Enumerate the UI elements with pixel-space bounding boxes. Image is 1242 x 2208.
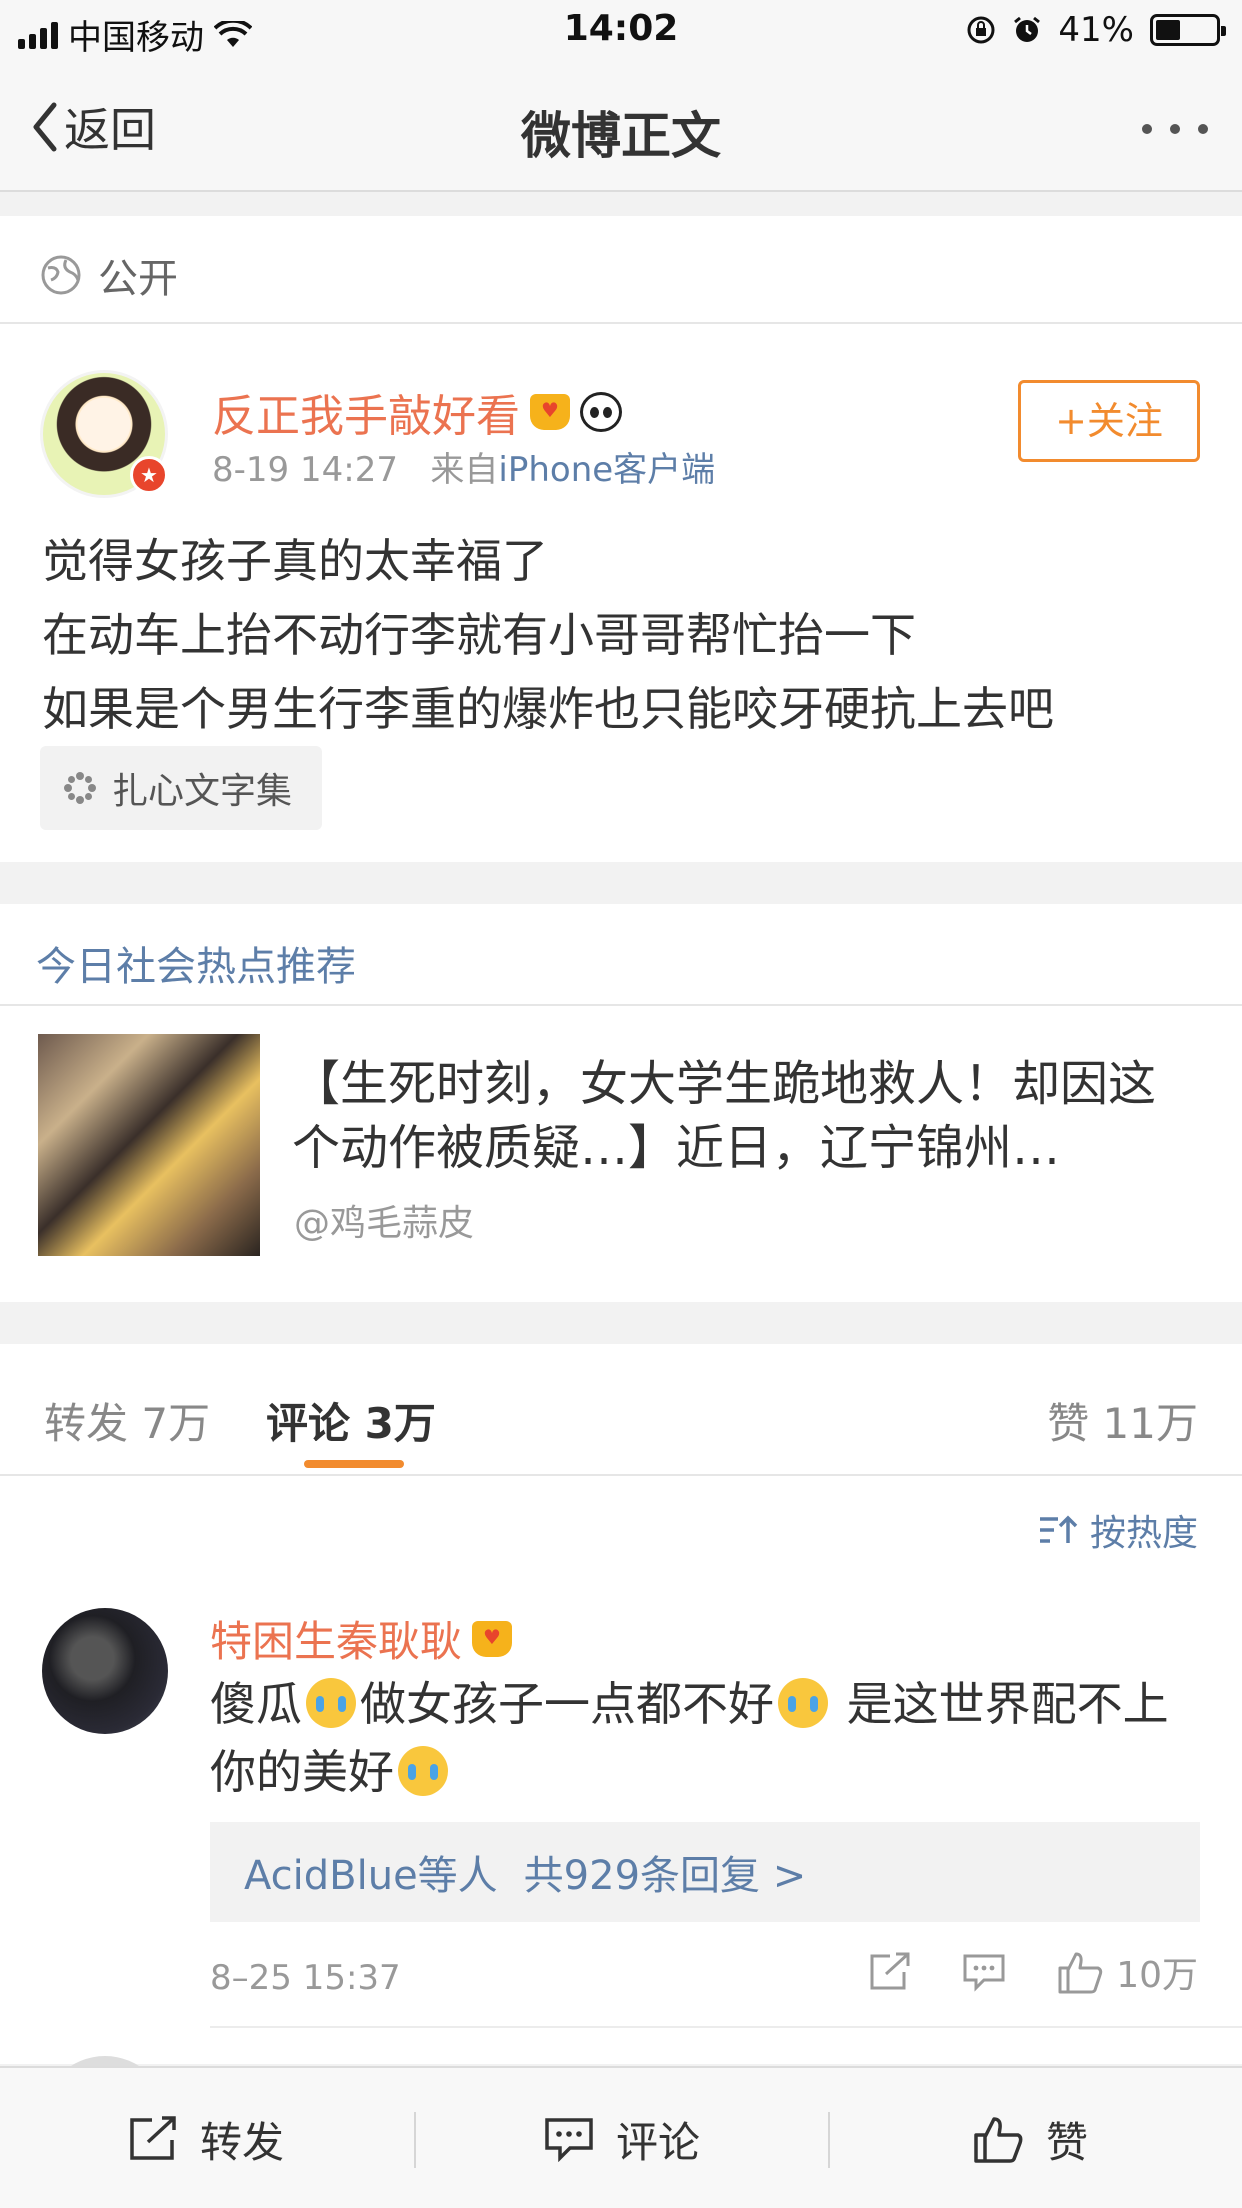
comment-label: 评论 xyxy=(616,2117,701,2167)
more-icon[interactable] xyxy=(1142,124,1208,134)
weibo-detail-page: 中国移动 14:02 41% 返回 微博正文 公开 ★ 反正我手敲好看 ♥ 8-… xyxy=(0,0,1242,2208)
sort-button[interactable]: 按热度 xyxy=(1038,1504,1198,1556)
post-meta: 8-19 14:27 来自iPhone客户端 xyxy=(212,442,715,491)
sort-label: 按热度 xyxy=(1089,1513,1198,1554)
reply-count[interactable]: 共929条回复 > xyxy=(524,1843,807,1901)
post-line: 在动车上抬不动行李就有小哥哥帮忙抬一下 xyxy=(42,608,916,662)
post-card: ★ 反正我手敲好看 8-19 14:27 来自iPhone客户端 +关注 觉得女… xyxy=(0,324,1242,862)
divider xyxy=(0,1004,1242,1006)
vip-crown-icon xyxy=(530,394,570,430)
globe-icon xyxy=(40,254,82,296)
post-line: 如果是个男生行李重的爆炸也只能咬牙硬抗上去吧 xyxy=(42,682,1054,736)
like-label: 赞 xyxy=(1046,2117,1089,2167)
visibility-label: 公开 xyxy=(98,256,178,302)
panda-badge-icon xyxy=(580,392,622,432)
hot-title[interactable]: 【生死时刻，女大学生跪地救人！却因这个动作被质疑…】近日，辽宁锦州… xyxy=(292,1052,1192,1180)
commenter-name[interactable]: 特困生秦耿耿 xyxy=(210,1608,462,1669)
hot-recommendation-card: 今日社会热点推荐 【生死时刻，女大学生跪地救人！却因这个动作被质疑…】近日，辽宁… xyxy=(0,904,1242,1302)
commenter-name-row: 特困生秦耿耿 xyxy=(210,1608,513,1669)
visibility-row: 公开 xyxy=(0,216,1242,324)
comment-button[interactable]: 评论 xyxy=(544,2068,700,2208)
commenter-avatar[interactable] xyxy=(42,1608,168,1734)
hot-thumbnail-image[interactable] xyxy=(38,1034,260,1256)
divider xyxy=(414,2112,416,2168)
repost-icon xyxy=(128,2116,178,2162)
interaction-tabs: 转发 7万 评论 3万 赞 11万 xyxy=(0,1344,1242,1476)
reply-icon xyxy=(962,1952,1006,1992)
tab-repost[interactable]: 转发 7万 xyxy=(44,1390,210,1451)
hot-header[interactable]: 今日社会热点推荐 xyxy=(36,934,356,992)
crying-emoji-icon xyxy=(778,1678,828,1728)
comment-actions: 10万 xyxy=(868,1946,1198,1998)
vip-crown-icon xyxy=(472,1620,513,1657)
comment-icon xyxy=(544,2116,594,2162)
comment-like-button[interactable]: 10万 xyxy=(1056,1946,1198,1998)
divider xyxy=(210,2026,1242,2028)
share-icon xyxy=(868,1952,912,1992)
reply-users[interactable]: AcidBlue等人 xyxy=(244,1843,498,1901)
nav-bar: 返回 微博正文 xyxy=(0,62,1242,192)
thumbs-up-icon xyxy=(1056,1950,1104,1994)
comment-time: 8–25 15:37 xyxy=(210,1958,401,1998)
like-button[interactable]: 赞 xyxy=(972,2068,1088,2208)
post-line: 觉得女孩子真的太幸福了 xyxy=(42,534,548,588)
comment-share-button[interactable] xyxy=(868,1952,912,1992)
battery-percent: 41% xyxy=(1058,10,1134,50)
active-tab-indicator xyxy=(304,1460,404,1468)
follow-button[interactable]: +关注 xyxy=(1018,380,1200,462)
thumbs-up-icon xyxy=(972,2115,1024,2163)
comment-reply-button[interactable] xyxy=(962,1952,1006,1992)
post-source[interactable]: iPhone客户端 xyxy=(498,450,715,490)
battery-icon xyxy=(1150,14,1226,46)
divider xyxy=(828,2112,830,2168)
replies-preview[interactable]: AcidBlue等人 共929条回复 > xyxy=(210,1822,1200,1922)
tab-comment[interactable]: 评论 3万 xyxy=(266,1390,436,1451)
crying-emoji-icon xyxy=(306,1678,356,1728)
tab-like[interactable]: 赞 11万 xyxy=(1047,1390,1198,1451)
comment-text-part: 做女孩子一点都不好 xyxy=(360,1677,774,1731)
comment-text: 傻瓜 做女孩子一点都不好 是这世界配不上你的美好 xyxy=(210,1670,1200,1806)
bottom-action-bar: 转发 评论 赞 xyxy=(0,2066,1242,2208)
visibility-indicator: 公开 xyxy=(40,246,178,304)
source-prefix: 来自 xyxy=(430,450,499,490)
author-name-row: 反正我手敲好看 xyxy=(212,380,622,444)
author-name[interactable]: 反正我手敲好看 xyxy=(212,380,520,444)
status-right: 41% xyxy=(966,10,1226,50)
verified-badge-icon: ★ xyxy=(130,456,168,494)
alarm-icon xyxy=(1012,15,1042,45)
topic-chip[interactable]: 扎心文字集 xyxy=(40,746,323,830)
sort-icon xyxy=(1038,1513,1078,1547)
rotation-lock-icon xyxy=(966,15,996,45)
hot-source[interactable]: @鸡毛蒜皮 xyxy=(294,1194,474,1246)
status-bar: 中国移动 14:02 41% xyxy=(0,0,1242,62)
comments-section: 转发 7万 评论 3万 赞 11万 按热度 特困生秦耿耿 傻瓜 做女孩子一点都不好… xyxy=(0,1344,1242,2182)
crying-emoji-icon xyxy=(398,1746,448,1796)
topic-icon xyxy=(62,770,98,806)
post-text: 觉得女孩子真的太幸福了 在动车上抬不动行李就有小哥哥帮忙抬一下 如果是个男生行李… xyxy=(42,524,1202,746)
repost-button[interactable]: 转发 xyxy=(128,2068,284,2208)
comment-text-part: 傻瓜 xyxy=(210,1677,302,1731)
comment-like-count: 10万 xyxy=(1116,1955,1198,1996)
topic-label: 扎心文字集 xyxy=(112,771,293,812)
page-title: 微博正文 xyxy=(521,107,721,165)
post-time: 8-19 14:27 xyxy=(212,450,398,490)
repost-label: 转发 xyxy=(200,2117,285,2167)
battery-fill xyxy=(1156,20,1180,40)
